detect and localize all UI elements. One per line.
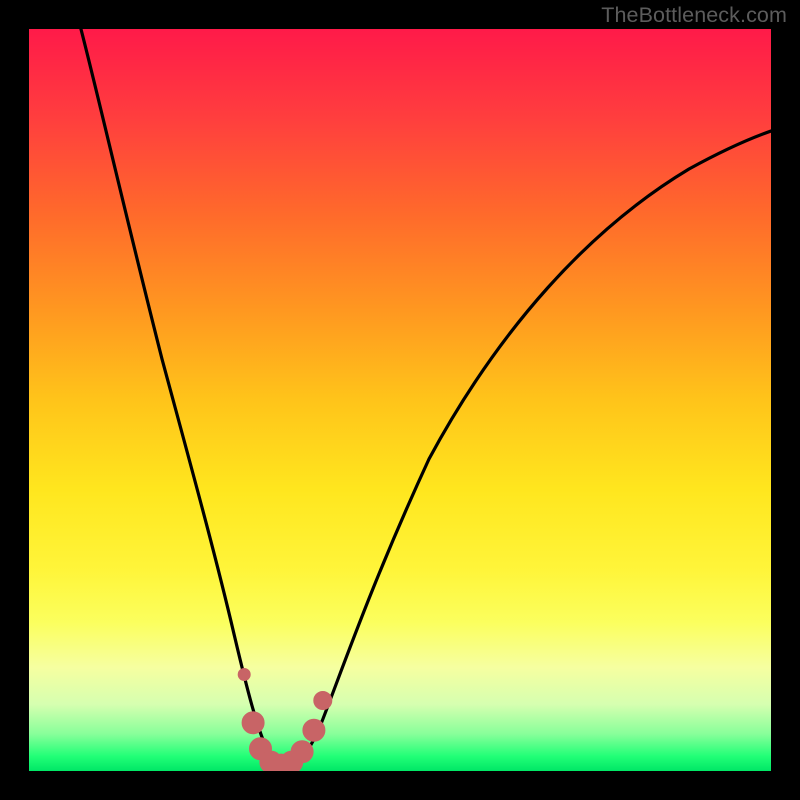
curve-marker	[260, 751, 282, 771]
curve-marker	[242, 712, 264, 734]
bottleneck-curve-svg	[29, 29, 771, 771]
plot-area	[29, 29, 771, 771]
attribution-text: TheBottleneck.com	[601, 3, 787, 28]
curve-marker	[270, 754, 292, 771]
curve-marker	[303, 719, 325, 741]
bottleneck-curve	[81, 29, 771, 768]
curve-marker	[238, 669, 250, 681]
curve-marker	[250, 738, 272, 760]
marker-group	[238, 669, 332, 772]
curve-marker	[314, 692, 332, 710]
curve-marker	[281, 751, 303, 771]
chart-frame: TheBottleneck.com	[0, 0, 800, 800]
curve-marker	[291, 741, 313, 763]
